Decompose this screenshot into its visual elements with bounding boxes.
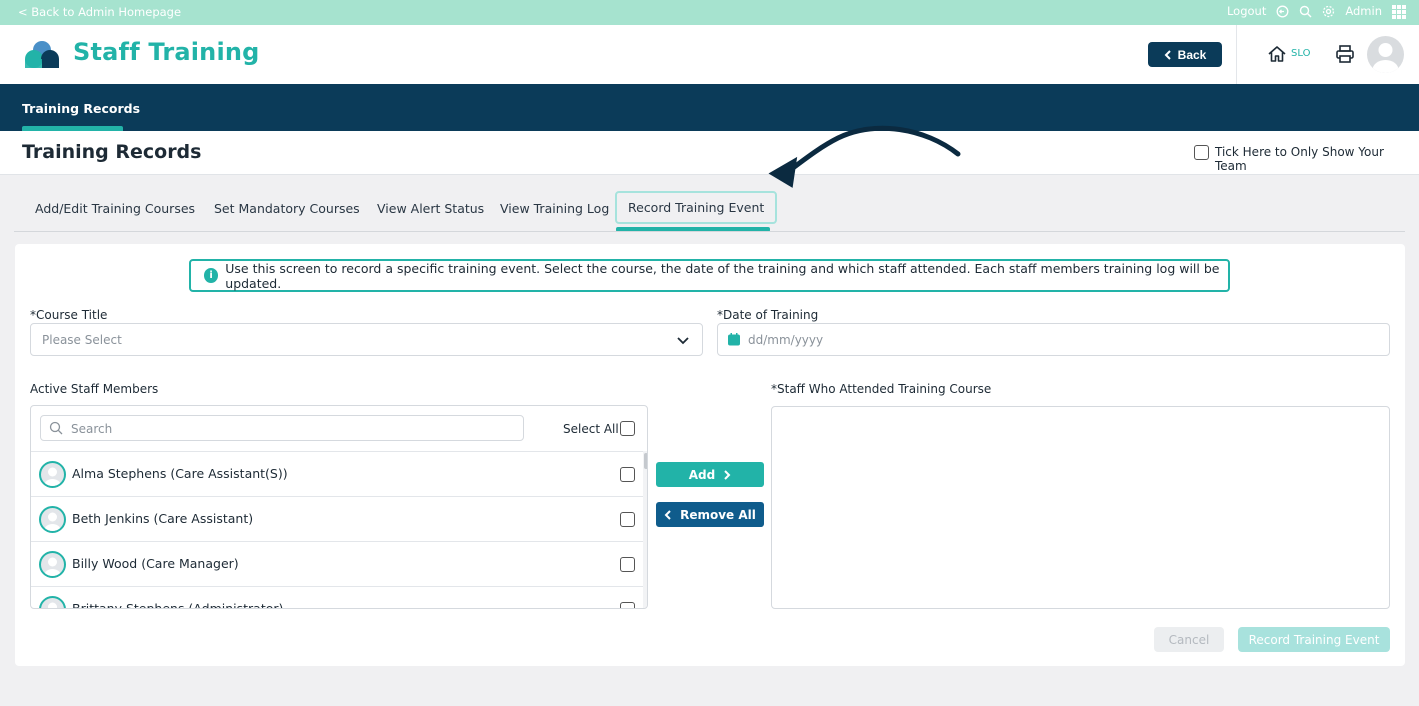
cancel-button[interactable]: Cancel — [1154, 627, 1224, 652]
nav-tab-training-records[interactable]: Training Records — [22, 101, 140, 116]
staff-row[interactable]: Beth Jenkins (Care Assistant) — [31, 496, 643, 541]
staff-name: Beth Jenkins (Care Assistant) — [72, 511, 254, 526]
back-button[interactable]: Back — [1148, 42, 1222, 67]
staff-checkbox[interactable] — [620, 557, 635, 572]
top-strip: < Back to Admin Homepage Logout Admin — [0, 0, 1419, 25]
remove-all-button[interactable]: Remove All — [656, 502, 764, 527]
staff-search-input[interactable]: Search — [40, 415, 524, 441]
print-icon[interactable] — [1335, 44, 1355, 64]
remove-all-button-label: Remove All — [680, 507, 756, 522]
chevron-down-icon — [676, 333, 690, 347]
tab-view-alert-status[interactable]: View Alert Status — [377, 201, 484, 216]
staff-name: Billy Wood (Care Manager) — [72, 556, 239, 571]
staff-checkbox[interactable] — [620, 512, 635, 527]
tab-set-mandatory-courses[interactable]: Set Mandatory Courses — [214, 201, 360, 216]
record-training-event-button[interactable]: Record Training Event — [1238, 627, 1390, 652]
add-button-label: Add — [688, 467, 716, 482]
admin-label[interactable]: Admin — [1345, 4, 1382, 18]
staff-avatar — [39, 596, 66, 608]
select-all-checkbox[interactable] — [620, 421, 635, 436]
staff-name: Alma Stephens (Care Assistant(S)) — [72, 466, 288, 481]
chevron-left-icon — [1164, 49, 1171, 60]
staff-checkbox[interactable] — [620, 602, 635, 608]
staff-avatar — [39, 461, 66, 488]
active-staff-list: Search Select All Alma Stephens (Care As… — [30, 405, 648, 609]
info-banner: i Use this screen to record a specific t… — [189, 259, 1230, 292]
logout-icon[interactable] — [1276, 5, 1289, 18]
user-avatar[interactable] — [1367, 36, 1404, 73]
page-title: Training Records — [22, 141, 202, 163]
staff-avatar — [39, 506, 66, 533]
staff-list-scrollbar[interactable] — [643, 451, 647, 608]
top-strip-actions: Logout Admin — [1227, 4, 1406, 19]
annotation-arrow-icon — [760, 118, 970, 198]
tab-add-edit-courses[interactable]: Add/Edit Training Courses — [35, 201, 195, 216]
logout-link[interactable]: Logout — [1227, 4, 1266, 18]
search-placeholder: Search — [71, 422, 113, 436]
tab-view-training-log[interactable]: View Training Log — [500, 201, 609, 216]
app-header: Staff Training Back SLO — [0, 25, 1419, 84]
team-filter-label[interactable]: Tick Here to Only Show Your Team — [1215, 145, 1419, 173]
app-title: Staff Training — [73, 38, 260, 66]
date-of-training-input[interactable]: dd/mm/yyyy — [717, 323, 1390, 356]
select-all-label[interactable]: Select All — [563, 422, 619, 436]
date-placeholder: dd/mm/yyyy — [748, 333, 824, 347]
attended-staff-list[interactable] — [771, 406, 1390, 609]
main-nav: Training Records — [0, 84, 1419, 131]
app-grid-icon[interactable] — [1392, 4, 1406, 19]
record-event-card: i Use this screen to record a specific t… — [15, 244, 1405, 666]
app-logo-icon — [22, 39, 66, 71]
active-staff-label: Active Staff Members — [30, 382, 159, 396]
chevron-left-icon — [664, 509, 671, 520]
scrollbar-thumb[interactable] — [644, 453, 647, 469]
staff-row[interactable]: Billy Wood (Care Manager) — [31, 541, 643, 586]
page-title-bar: Training Records Tick Here to Only Show … — [0, 131, 1419, 175]
chevron-right-icon — [724, 469, 731, 480]
back-button-label: Back — [1177, 47, 1207, 62]
course-title-select[interactable]: Please Select — [30, 323, 703, 356]
staff-checkbox[interactable] — [620, 467, 635, 482]
staff-row[interactable]: Brittany Stephens (Administrator) — [31, 586, 643, 609]
info-text: Use this screen to record a specific tra… — [225, 260, 1220, 291]
sub-tabs: Add/Edit Training Courses Set Mandatory … — [0, 175, 1419, 233]
search-icon[interactable] — [1299, 5, 1312, 18]
back-to-admin-link[interactable]: < Back to Admin Homepage — [18, 5, 181, 19]
staff-name: Brittany Stephens (Administrator) — [72, 601, 284, 609]
course-title-placeholder: Please Select — [42, 333, 122, 347]
header-divider — [1236, 25, 1237, 84]
staff-row[interactable]: Alma Stephens (Care Assistant(S)) — [31, 451, 643, 496]
tab-record-training-event[interactable]: Record Training Event — [615, 191, 778, 224]
add-button[interactable]: Add — [656, 462, 764, 487]
info-icon: i — [204, 268, 219, 283]
attended-staff-label: *Staff Who Attended Training Course — [771, 382, 992, 396]
subtab-divider — [14, 231, 1405, 232]
settings-gear-icon[interactable] — [1322, 5, 1335, 18]
calendar-icon — [728, 333, 740, 346]
date-of-training-label: *Date of Training — [717, 308, 819, 322]
staff-rows: Alma Stephens (Care Assistant(S)) Beth J… — [31, 451, 643, 609]
course-title-label: *Course Title — [30, 308, 108, 322]
team-filter-checkbox[interactable] — [1194, 145, 1209, 160]
search-icon — [49, 421, 63, 435]
staff-avatar — [39, 551, 66, 578]
home-code[interactable]: SLO — [1291, 48, 1310, 59]
home-icon[interactable] — [1267, 45, 1287, 63]
